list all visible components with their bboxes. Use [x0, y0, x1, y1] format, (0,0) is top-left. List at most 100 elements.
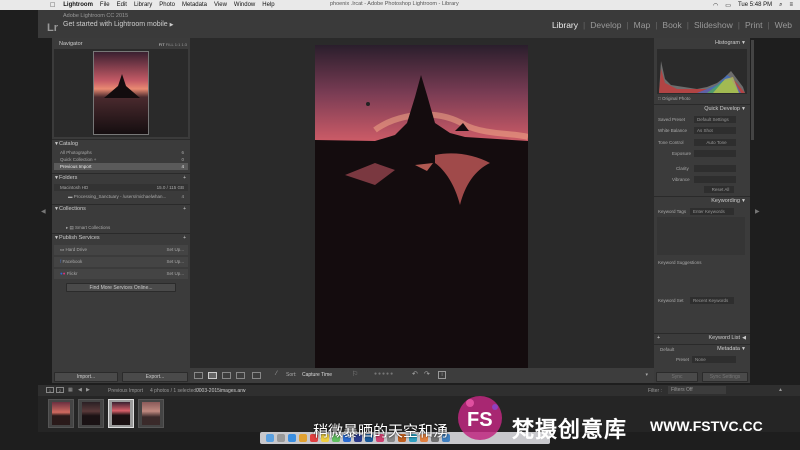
saved-preset-select[interactable]: Default Settings — [694, 116, 736, 123]
folder-item[interactable]: ▬ Processing_Sanctuary - /users/michaelw… — [54, 193, 188, 200]
menu-view[interactable]: View — [214, 2, 227, 8]
back-arrow-icon[interactable]: ◀ — [78, 387, 82, 393]
zoom-fill[interactable]: FILL — [166, 42, 174, 47]
folder-volume[interactable]: Macintosh HD 15.0 / 115 GB — [54, 184, 188, 191]
menu-file[interactable]: File — [100, 2, 110, 8]
main-photo[interactable] — [315, 45, 528, 368]
apple-menu-icon[interactable]:  — [50, 2, 55, 9]
catalog-previous-import[interactable]: Previous Import 4 — [54, 163, 188, 170]
module-map[interactable]: Map — [634, 20, 651, 30]
menu-window[interactable]: Window — [234, 2, 255, 8]
filter-lock-icon[interactable]: ▲ — [778, 387, 783, 393]
publish-facebook[interactable]: f Facebook Set Up... — [54, 257, 188, 267]
keywording-header[interactable]: Keywording ▼ — [654, 196, 750, 205]
menu-lightroom[interactable]: Lightroom — [63, 2, 93, 8]
info-overlay-icon[interactable]: i — [438, 371, 446, 379]
page-2-button[interactable]: 2 — [56, 387, 64, 393]
page-1-button[interactable]: 1 — [46, 387, 54, 393]
publish-flickr[interactable]: ●● Flickr Set Up... — [54, 269, 188, 279]
module-print[interactable]: Print — [745, 20, 762, 30]
metadata-preset-select[interactable]: None — [692, 356, 736, 363]
metadata-view-select[interactable]: Default — [660, 345, 674, 354]
clock[interactable]: Tue 5:48 PM — [738, 2, 772, 9]
module-book[interactable]: Book — [662, 20, 681, 30]
publish-setup[interactable]: Set Up... — [166, 269, 184, 279]
filmstrip-thumb[interactable] — [48, 399, 74, 428]
find-more-services-button[interactable]: Find More Services Online... — [66, 283, 176, 292]
painter-icon[interactable]: ⁄ — [276, 371, 277, 377]
flag-icon[interactable]: ⚐ — [352, 370, 358, 378]
forward-arrow-icon[interactable]: ▶ — [86, 387, 90, 393]
zoom-1-1[interactable]: 1:1 — [175, 42, 181, 47]
filmstrip-source[interactable]: Previous Import — [108, 388, 143, 394]
menu-help[interactable]: Help — [262, 2, 274, 8]
catalog-header[interactable]: ▼ Catalog — [52, 139, 190, 148]
photos-icon[interactable] — [299, 434, 307, 442]
wifi-icon[interactable]: ◠ — [713, 2, 718, 9]
compare-view-icon[interactable] — [222, 372, 231, 379]
right-panel-toggle-icon[interactable]: ▶ — [755, 208, 760, 215]
sort-order-select[interactable]: Capture Time — [302, 372, 332, 378]
keyword-tags-textarea[interactable] — [657, 217, 745, 255]
sync-metadata-button[interactable]: Sync — [656, 372, 698, 382]
zoom-1-3[interactable]: 1:3 — [181, 42, 187, 47]
toolbar-menu-icon[interactable]: ▾ — [645, 372, 648, 378]
plus-icon[interactable]: + — [183, 205, 186, 214]
menu-metadata[interactable]: Metadata — [182, 2, 207, 8]
sync-settings-button[interactable]: Sync Settings — [702, 372, 748, 382]
rotate-left-icon[interactable]: ↶ — [412, 370, 418, 378]
plus-icon[interactable]: + — [657, 334, 660, 343]
module-web[interactable]: Web — [775, 20, 792, 30]
collections-header[interactable]: ▼ Collections + — [52, 204, 190, 213]
white-balance-select[interactable]: As Shot — [694, 127, 736, 134]
plus-icon[interactable]: + — [183, 174, 186, 183]
reset-all-button[interactable]: Reset All — [704, 186, 734, 193]
module-slideshow[interactable]: Slideshow — [694, 20, 733, 30]
export-button[interactable]: Export... — [122, 372, 188, 382]
menu-photo[interactable]: Photo — [159, 2, 175, 8]
launchpad-icon[interactable] — [277, 434, 285, 442]
filter-select[interactable]: Filters Off — [668, 386, 726, 394]
loupe-view-icon[interactable] — [208, 372, 217, 379]
publish-setup[interactable]: Set Up... — [166, 245, 184, 255]
metadata-header[interactable]: Default Metadata ▼ — [654, 344, 750, 353]
survey-view-icon[interactable] — [236, 372, 245, 379]
publish-setup[interactable]: Set Up... — [166, 257, 184, 267]
safari-icon[interactable] — [288, 434, 296, 442]
grid-icon[interactable]: ▦ — [68, 387, 73, 393]
plus-icon[interactable]: + — [183, 234, 186, 243]
navigator-header[interactable]: Navigator FIT FILL 1:1 1:3 — [52, 40, 190, 49]
import-button[interactable]: Import... — [54, 372, 118, 382]
lightroom-mobile-link[interactable]: Get started with Lightroom mobile ▶ — [63, 21, 173, 28]
grid-view-icon[interactable] — [194, 372, 203, 379]
module-develop[interactable]: Develop — [590, 20, 621, 30]
clarity-adjust-buttons[interactable] — [694, 165, 736, 172]
filmstrip-filename[interactable]: 0003-2015images.arw — [196, 388, 245, 394]
loupe-view[interactable] — [190, 38, 654, 368]
original-photo-checkbox[interactable]: □ Original Photo — [658, 96, 691, 101]
histogram-chart[interactable] — [657, 49, 747, 94]
catalog-quick-collection[interactable]: Quick Collection + 0 — [54, 156, 188, 163]
menu-edit[interactable]: Edit — [117, 2, 127, 8]
navigator-preview[interactable] — [54, 49, 188, 137]
people-view-icon[interactable] — [252, 372, 261, 379]
auto-tone-button[interactable]: Auto Tone — [694, 139, 736, 146]
search-icon[interactable]: ⌕ — [779, 2, 782, 9]
battery-icon[interactable]: ▭ — [725, 2, 731, 9]
keyword-list-header[interactable]: + Keyword List ◀ — [654, 333, 750, 342]
rotate-right-icon[interactable]: ↷ — [424, 370, 430, 378]
right-panel-scrollbar[interactable] — [751, 40, 754, 140]
exposure-adjust-buttons[interactable] — [694, 150, 736, 157]
quick-develop-header[interactable]: Quick Develop ▼ — [654, 104, 750, 113]
smart-collections[interactable]: ▸ ▤ Smart Collections — [54, 224, 188, 231]
catalog-all-photographs[interactable]: All Photographs 6 — [54, 149, 188, 156]
filmstrip-thumb-selected[interactable] — [108, 399, 134, 428]
keyword-set-select[interactable]: Recent Keywords — [690, 297, 734, 304]
rating-stars[interactable]: ●●●●● — [374, 371, 394, 377]
histogram-header[interactable]: Histogram ▼ — [654, 39, 750, 48]
vibrance-adjust-buttons[interactable] — [694, 176, 736, 183]
finder-icon[interactable] — [266, 434, 274, 442]
filmstrip-thumb[interactable] — [78, 399, 104, 428]
menu-library[interactable]: Library — [134, 2, 152, 8]
left-panel-toggle-icon[interactable]: ◀ — [41, 208, 46, 215]
